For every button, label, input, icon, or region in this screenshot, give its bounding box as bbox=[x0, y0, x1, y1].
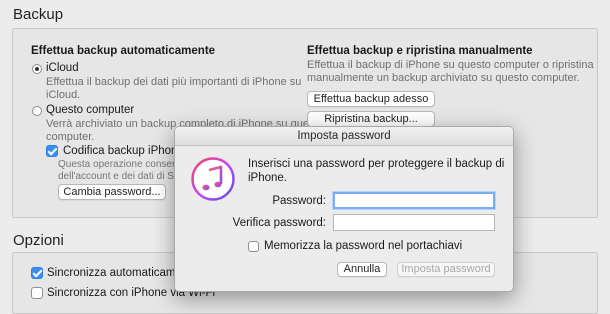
options-section-title: Opzioni bbox=[13, 232, 64, 249]
remember-keychain-label[interactable]: Memorizza la password nel portachiavi bbox=[264, 240, 462, 252]
icloud-radio[interactable] bbox=[32, 64, 42, 74]
verify-password-label: Verifica password: bbox=[232, 217, 326, 229]
icloud-description: Effettua il backup dei dati più importan… bbox=[46, 76, 301, 102]
encrypt-backup-label[interactable]: Codifica backup iPhone bbox=[63, 145, 184, 157]
manual-desc-line2: manualmente un backup archiviato su ques… bbox=[307, 72, 580, 84]
icloud-label[interactable]: iCloud bbox=[46, 62, 79, 74]
set-password-dialog: Imposta password Inserisci una password … bbox=[174, 126, 514, 292]
encrypt-backup-checkbox[interactable] bbox=[46, 145, 58, 157]
change-password-button[interactable]: Cambia password... bbox=[58, 184, 166, 200]
sync-wifi-checkbox[interactable] bbox=[31, 287, 43, 299]
password-field[interactable] bbox=[333, 192, 495, 209]
password-label: Password: bbox=[272, 195, 326, 207]
verify-password-field[interactable] bbox=[333, 214, 495, 231]
backup-now-button[interactable]: Effettua backup adesso bbox=[307, 91, 435, 107]
dialog-message-line1: Inserisci una password per proteggere il… bbox=[248, 158, 505, 170]
manual-backup-description: Effettua il backup di iPhone su questo c… bbox=[307, 59, 594, 85]
dialog-message-line2: iPhone. bbox=[248, 172, 288, 184]
manual-backup-heading: Effettua backup e ripristina manualmente bbox=[307, 45, 533, 57]
this-computer-radio[interactable] bbox=[32, 106, 42, 116]
itunes-music-icon bbox=[191, 157, 235, 201]
manual-desc-line1: Effettua il backup di iPhone su questo c… bbox=[307, 59, 594, 71]
set-password-button[interactable]: Imposta password bbox=[397, 262, 495, 277]
sync-auto-checkbox[interactable] bbox=[31, 267, 43, 279]
cancel-button[interactable]: Annulla bbox=[337, 262, 387, 277]
remember-keychain-checkbox[interactable] bbox=[248, 241, 259, 252]
dialog-message: Inserisci una password per proteggere il… bbox=[248, 157, 504, 185]
dialog-title: Imposta password bbox=[175, 127, 513, 146]
icloud-desc-line2: iCloud. bbox=[46, 89, 81, 101]
this-computer-label[interactable]: Questo computer bbox=[46, 104, 134, 116]
icloud-desc-line1: Effettua il backup dei dati più importan… bbox=[46, 76, 302, 88]
backup-section-title: Backup bbox=[13, 6, 64, 23]
restore-backup-button[interactable]: Ripristina backup... bbox=[307, 111, 435, 127]
auto-backup-heading: Effettua backup automaticamente bbox=[31, 45, 216, 57]
